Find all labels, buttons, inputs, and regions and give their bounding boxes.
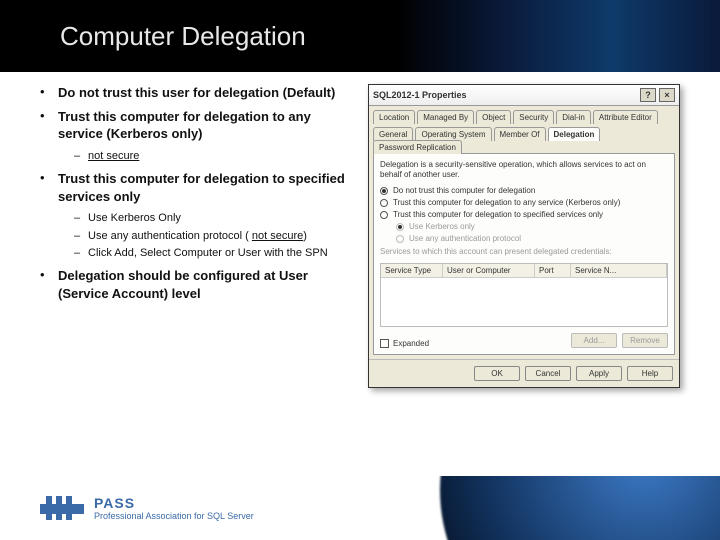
add-button[interactable]: Add... bbox=[571, 333, 617, 348]
brand-tagline: Professional Association for SQL Server bbox=[94, 511, 254, 521]
tab-object[interactable]: Object bbox=[476, 110, 511, 124]
sub-bullet-text: Click Add, Select Computer or User with … bbox=[88, 246, 328, 261]
option-label: Trust this computer for delegation to an… bbox=[393, 198, 620, 207]
bullet-item: • Trust this computer for delegation to … bbox=[40, 170, 350, 205]
sub-option-any-protocol: Use any authentication protocol bbox=[396, 234, 668, 243]
help-button[interactable]: Help bbox=[627, 366, 673, 381]
col-port[interactable]: Port bbox=[535, 264, 571, 277]
tab-attribute-editor[interactable]: Attribute Editor bbox=[593, 110, 658, 124]
dash-marker: – bbox=[74, 246, 88, 261]
radio-icon bbox=[396, 235, 404, 243]
option-label: Do not trust this computer for delegatio… bbox=[393, 186, 535, 195]
tab-body: Delegation is a security-sensitive opera… bbox=[373, 153, 675, 355]
tab-dial-in[interactable]: Dial-in bbox=[556, 110, 591, 124]
bullet-text: Trust this computer for delegation to sp… bbox=[58, 170, 350, 205]
pass-logo-icon bbox=[40, 496, 84, 520]
services-listbox[interactable]: Service Type User or Computer Port Servi… bbox=[380, 263, 668, 327]
checkbox-icon[interactable] bbox=[380, 339, 389, 348]
slide-title-band: Computer Delegation bbox=[0, 0, 720, 72]
radio-icon[interactable] bbox=[380, 187, 388, 195]
tab-security[interactable]: Security bbox=[513, 110, 554, 124]
sub-bullet-text: Use Kerberos Only bbox=[88, 211, 181, 226]
slide-footer: PASS Professional Association for SQL Se… bbox=[0, 476, 720, 540]
help-icon[interactable]: ? bbox=[640, 88, 656, 102]
bullet-text: Trust this computer for delegation to an… bbox=[58, 108, 350, 143]
radio-icon[interactable] bbox=[380, 199, 388, 207]
tab-location[interactable]: Location bbox=[373, 110, 415, 124]
sub-option-kerberos: Use Kerberos only bbox=[396, 222, 668, 231]
properties-dialog: SQL2012-1 Properties ? × Location Manage… bbox=[368, 84, 680, 388]
bullet-item: • Do not trust this user for delegation … bbox=[40, 84, 350, 102]
tab-general[interactable]: General bbox=[373, 127, 413, 141]
option-label: Use any authentication protocol bbox=[409, 234, 521, 243]
close-icon[interactable]: × bbox=[659, 88, 675, 102]
delegation-note: Delegation is a security-sensitive opera… bbox=[380, 160, 668, 180]
dash-marker: – bbox=[74, 229, 88, 244]
brand-name: PASS bbox=[94, 495, 254, 511]
dialog-footer: OK Cancel Apply Help bbox=[369, 359, 679, 387]
sub-bullet: – Use any authentication protocol ( not … bbox=[74, 229, 350, 244]
pass-logo-text: PASS Professional Association for SQL Se… bbox=[94, 495, 254, 521]
option-do-not-trust[interactable]: Do not trust this computer for delegatio… bbox=[380, 186, 668, 195]
bullets-column: • Do not trust this user for delegation … bbox=[40, 84, 350, 388]
apply-button[interactable]: Apply bbox=[576, 366, 622, 381]
tab-password-replication[interactable]: Password Replication bbox=[373, 140, 462, 154]
option-label: Trust this computer for delegation to sp… bbox=[393, 210, 603, 219]
dialog-title: SQL2012-1 Properties bbox=[373, 90, 637, 100]
option-trust-any[interactable]: Trust this computer for delegation to an… bbox=[380, 198, 668, 207]
sub-bullet: – Use Kerberos Only bbox=[74, 211, 350, 226]
radio-icon[interactable] bbox=[380, 211, 388, 219]
bullet-marker: • bbox=[40, 170, 58, 205]
sub-bullet: – Click Add, Select Computer or User wit… bbox=[74, 246, 350, 261]
tabs-row-1: Location Managed By Object Security Dial… bbox=[369, 106, 679, 123]
tab-operating-system[interactable]: Operating System bbox=[415, 127, 491, 141]
tab-managed-by[interactable]: Managed By bbox=[417, 110, 474, 124]
bullet-item: • Trust this computer for delegation to … bbox=[40, 108, 350, 143]
bullet-text: Do not trust this user for delegation (D… bbox=[58, 84, 335, 102]
slide-title: Computer Delegation bbox=[60, 21, 306, 52]
tabs-row-2: General Operating System Member Of Deleg… bbox=[369, 123, 679, 153]
bullet-marker: • bbox=[40, 84, 58, 102]
col-service-type[interactable]: Service Type bbox=[381, 264, 443, 277]
sub-bullet-text: Use any authentication protocol ( not se… bbox=[88, 229, 307, 244]
bullet-marker: • bbox=[40, 108, 58, 143]
services-label: Services to which this account can prese… bbox=[380, 247, 668, 257]
bullet-marker: • bbox=[40, 267, 58, 302]
col-service-name[interactable]: Service N... bbox=[571, 264, 667, 277]
tab-member-of[interactable]: Member Of bbox=[494, 127, 546, 141]
bullet-text: Delegation should be configured at User … bbox=[58, 267, 350, 302]
dialog-column: SQL2012-1 Properties ? × Location Manage… bbox=[368, 84, 700, 388]
option-label: Use Kerberos only bbox=[409, 222, 475, 231]
services-header: Service Type User or Computer Port Servi… bbox=[381, 264, 667, 278]
pass-logo: PASS Professional Association for SQL Se… bbox=[40, 495, 254, 521]
sub-bullet: – not secure bbox=[74, 149, 350, 164]
ok-button[interactable]: OK bbox=[474, 366, 520, 381]
sub-bullet-text: not secure bbox=[88, 149, 139, 164]
expanded-label: Expanded bbox=[393, 339, 429, 348]
dash-marker: – bbox=[74, 149, 88, 164]
dialog-titlebar: SQL2012-1 Properties ? × bbox=[369, 85, 679, 106]
content-row: • Do not trust this user for delegation … bbox=[0, 72, 720, 388]
tab-delegation[interactable]: Delegation bbox=[548, 127, 601, 141]
radio-icon bbox=[396, 223, 404, 231]
remove-button[interactable]: Remove bbox=[622, 333, 668, 348]
bullet-item: • Delegation should be configured at Use… bbox=[40, 267, 350, 302]
cancel-button[interactable]: Cancel bbox=[525, 366, 571, 381]
option-trust-specified[interactable]: Trust this computer for delegation to sp… bbox=[380, 210, 668, 219]
expanded-checkbox-row[interactable]: Expanded bbox=[380, 339, 429, 348]
col-user-or-computer[interactable]: User or Computer bbox=[443, 264, 535, 277]
dash-marker: – bbox=[74, 211, 88, 226]
